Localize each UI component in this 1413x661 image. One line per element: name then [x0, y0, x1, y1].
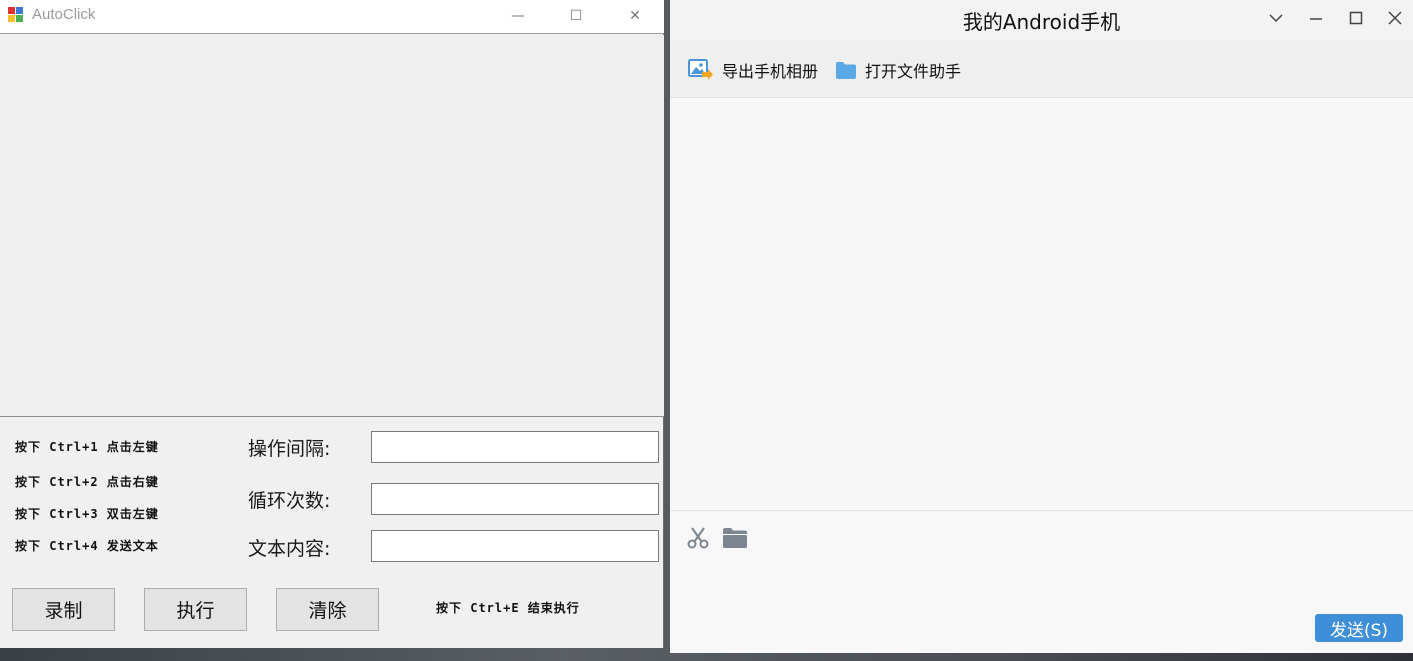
minimize-button[interactable]: [1302, 6, 1330, 30]
close-button[interactable]: [1381, 6, 1409, 30]
record-display-area: [0, 35, 664, 417]
export-photo-icon: [688, 59, 713, 81]
hint-ctrl4: 按下 Ctrl+4 发送文本: [15, 539, 159, 553]
folder-icon: [836, 61, 856, 79]
loop-count-input[interactable]: [371, 483, 659, 515]
open-file-helper-label: 打开文件助手: [865, 62, 962, 81]
window-title: AutoClick: [32, 6, 96, 23]
phone-titlebar: 我的Android手机: [670, 0, 1413, 40]
clear-button[interactable]: 清除: [276, 588, 379, 631]
phone-chat-window: 我的Android手机 导出手机相册 打开文件助手 发送(S): [670, 0, 1413, 653]
export-album-button[interactable]: 导出手机相册: [688, 58, 818, 82]
interval-label: 操作间隔:: [248, 438, 331, 460]
interval-input[interactable]: [371, 431, 659, 463]
maximize-button[interactable]: ☐: [553, 0, 599, 32]
chevron-down-icon[interactable]: [1262, 6, 1290, 30]
scissors-icon[interactable]: [685, 525, 711, 551]
record-button[interactable]: 录制: [12, 588, 115, 631]
end-hint: 按下 Ctrl+E 结束执行: [436, 601, 580, 615]
hint-ctrl2: 按下 Ctrl+2 点击右键: [15, 475, 159, 489]
minimize-button[interactable]: —: [495, 0, 541, 32]
app-icon: [8, 7, 24, 23]
send-button[interactable]: 发送(S): [1315, 614, 1403, 642]
export-album-label: 导出手机相册: [722, 62, 819, 81]
text-content-label: 文本内容:: [248, 538, 331, 560]
phone-toolbar: 导出手机相册 打开文件助手: [670, 40, 1413, 98]
autoclick-window: AutoClick — ☐ ✕ 按下 Ctrl+1 点击左键 按下 Ctrl+2…: [0, 0, 664, 648]
open-file-helper-button[interactable]: 打开文件助手: [836, 58, 961, 82]
loop-count-label: 循环次数:: [248, 490, 331, 512]
autoclick-titlebar: AutoClick — ☐ ✕: [0, 0, 664, 34]
message-list-area: [670, 98, 1413, 510]
folder-icon[interactable]: [722, 525, 748, 551]
message-input-area[interactable]: 发送(S): [670, 510, 1413, 653]
hint-ctrl3: 按下 Ctrl+3 双击左键: [15, 507, 159, 521]
maximize-button[interactable]: [1342, 6, 1370, 30]
text-content-input[interactable]: [371, 530, 659, 562]
execute-button[interactable]: 执行: [144, 588, 247, 631]
hint-ctrl1: 按下 Ctrl+1 点击左键: [15, 440, 159, 454]
close-button[interactable]: ✕: [612, 0, 658, 32]
